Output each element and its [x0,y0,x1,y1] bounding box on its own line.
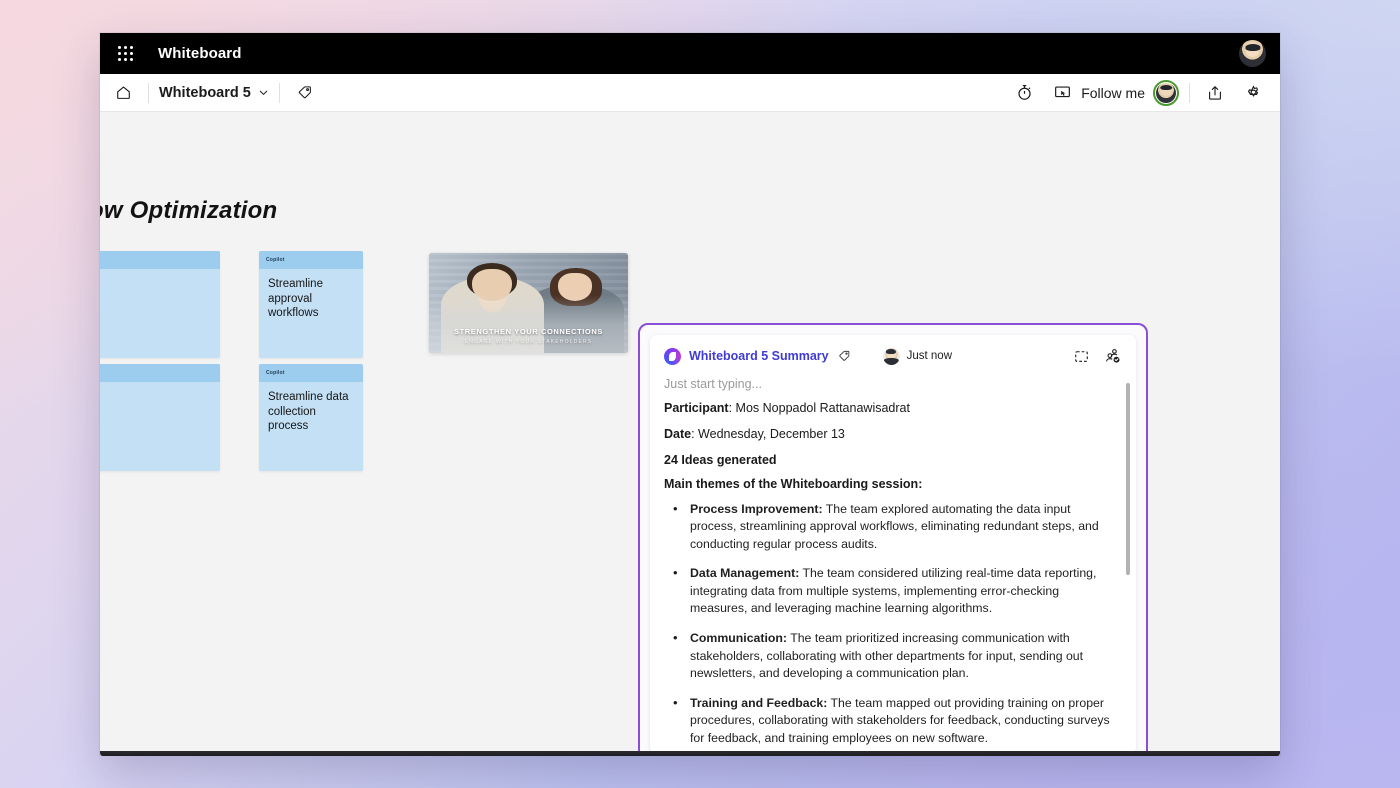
date-value: : Wednesday, December 13 [691,427,845,441]
sticky-note[interactable]: Copilot Streamline data collection proce… [259,364,363,471]
themes-title: Main themes of the Whiteboarding session… [664,477,1114,491]
presenter-avatar[interactable] [1153,80,1179,106]
summary-header: Whiteboard 5 Summary Just now [650,335,1136,371]
summary-scrollbar[interactable] [1126,383,1130,575]
participant-row: Participant: Mos Noppadol Rattanawisadra… [664,400,1114,416]
note-source-band: Copilot [100,364,220,382]
board-heading[interactable]: flow Optimization [100,197,277,225]
list-item: Training and Feedback: The team mapped o… [664,695,1114,748]
app-header-bar: Whiteboard [100,33,1280,74]
command-bar: Whiteboard 5 Fol [100,74,1280,112]
chevron-down-icon[interactable] [258,87,269,98]
account-avatar[interactable] [1239,40,1266,67]
note-text: Streamline approval workflows [259,269,363,329]
whiteboard-canvas[interactable]: flow Optimization Copilot l events Copil… [100,112,1280,755]
copilot-summary-frame[interactable]: Whiteboard 5 Summary Just now [638,323,1148,755]
date-label: Date [664,427,691,441]
list-item: Data Management: The team considered uti… [664,565,1114,618]
participant-label: Participant [664,401,729,415]
whiteboard-window: Whiteboard Whiteboard 5 [100,33,1280,755]
theme-heading: Data Management: [690,566,799,580]
list-item: Communication: The team prioritized incr… [664,630,1114,683]
share-icon[interactable] [1200,78,1230,108]
sticky-note[interactable]: Copilot edundant [100,364,220,471]
video-card[interactable]: STRENGTHEN YOUR CONNECTIONS ENGAGE WITH … [429,253,628,353]
summary-title[interactable]: Whiteboard 5 Summary [689,349,829,363]
note-text: edundant [100,382,220,413]
copilot-summary-card: Whiteboard 5 Summary Just now [650,335,1136,754]
note-source-label: Copilot [266,257,285,263]
summary-timestamp: Just now [907,350,952,362]
note-source-label: Copilot [266,370,285,376]
dashed-frame-icon[interactable] [1073,348,1090,365]
theme-heading: Training and Feedback: [690,696,827,710]
participant-value: : Mos Noppadol Rattanawisadrat [729,401,910,415]
tag-icon[interactable] [837,349,851,363]
video-thumbnail [429,253,628,353]
author-avatar [883,348,900,365]
sticky-note[interactable]: Copilot l events [100,251,220,358]
board-name[interactable]: Whiteboard 5 [159,85,251,101]
theme-heading: Communication: [690,631,787,645]
video-caption: STRENGTHEN YOUR CONNECTIONS [429,327,628,336]
present-icon[interactable] [1047,78,1077,108]
list-item: Process Improvement: The team explored a… [664,501,1114,554]
timer-icon[interactable] [1009,78,1039,108]
note-source-band: Copilot [100,251,220,269]
settings-gear-icon[interactable] [1238,78,1268,108]
ideas-count: 24 Ideas generated [664,453,1114,467]
tag-icon[interactable] [290,78,320,108]
summary-body[interactable]: Just start typing... Participant: Mos No… [650,371,1136,754]
home-icon[interactable] [108,78,138,108]
app-title: Whiteboard [158,45,242,62]
summary-author: Just now [883,348,952,365]
people-check-icon[interactable] [1104,347,1122,365]
summary-placeholder: Just start typing... [664,377,1114,391]
note-text: l events [100,269,220,300]
note-source-band: Copilot [259,251,363,269]
note-text: Streamline data collection process [259,382,363,442]
date-row: Date: Wednesday, December 13 [664,426,1114,442]
app-launcher-icon[interactable] [108,37,142,71]
copilot-icon [664,348,681,365]
note-source-band: Copilot [259,364,363,382]
video-subcaption: ENGAGE WITH YOUR STAKEHOLDERS [429,339,628,345]
themes-list: Process Improvement: The team explored a… [664,501,1114,748]
follow-me-button[interactable]: Follow me [1081,85,1145,101]
sticky-note[interactable]: Copilot Streamline approval workflows [259,251,363,358]
window-bottom-edge [100,751,1280,756]
theme-heading: Process Improvement: [690,502,823,516]
